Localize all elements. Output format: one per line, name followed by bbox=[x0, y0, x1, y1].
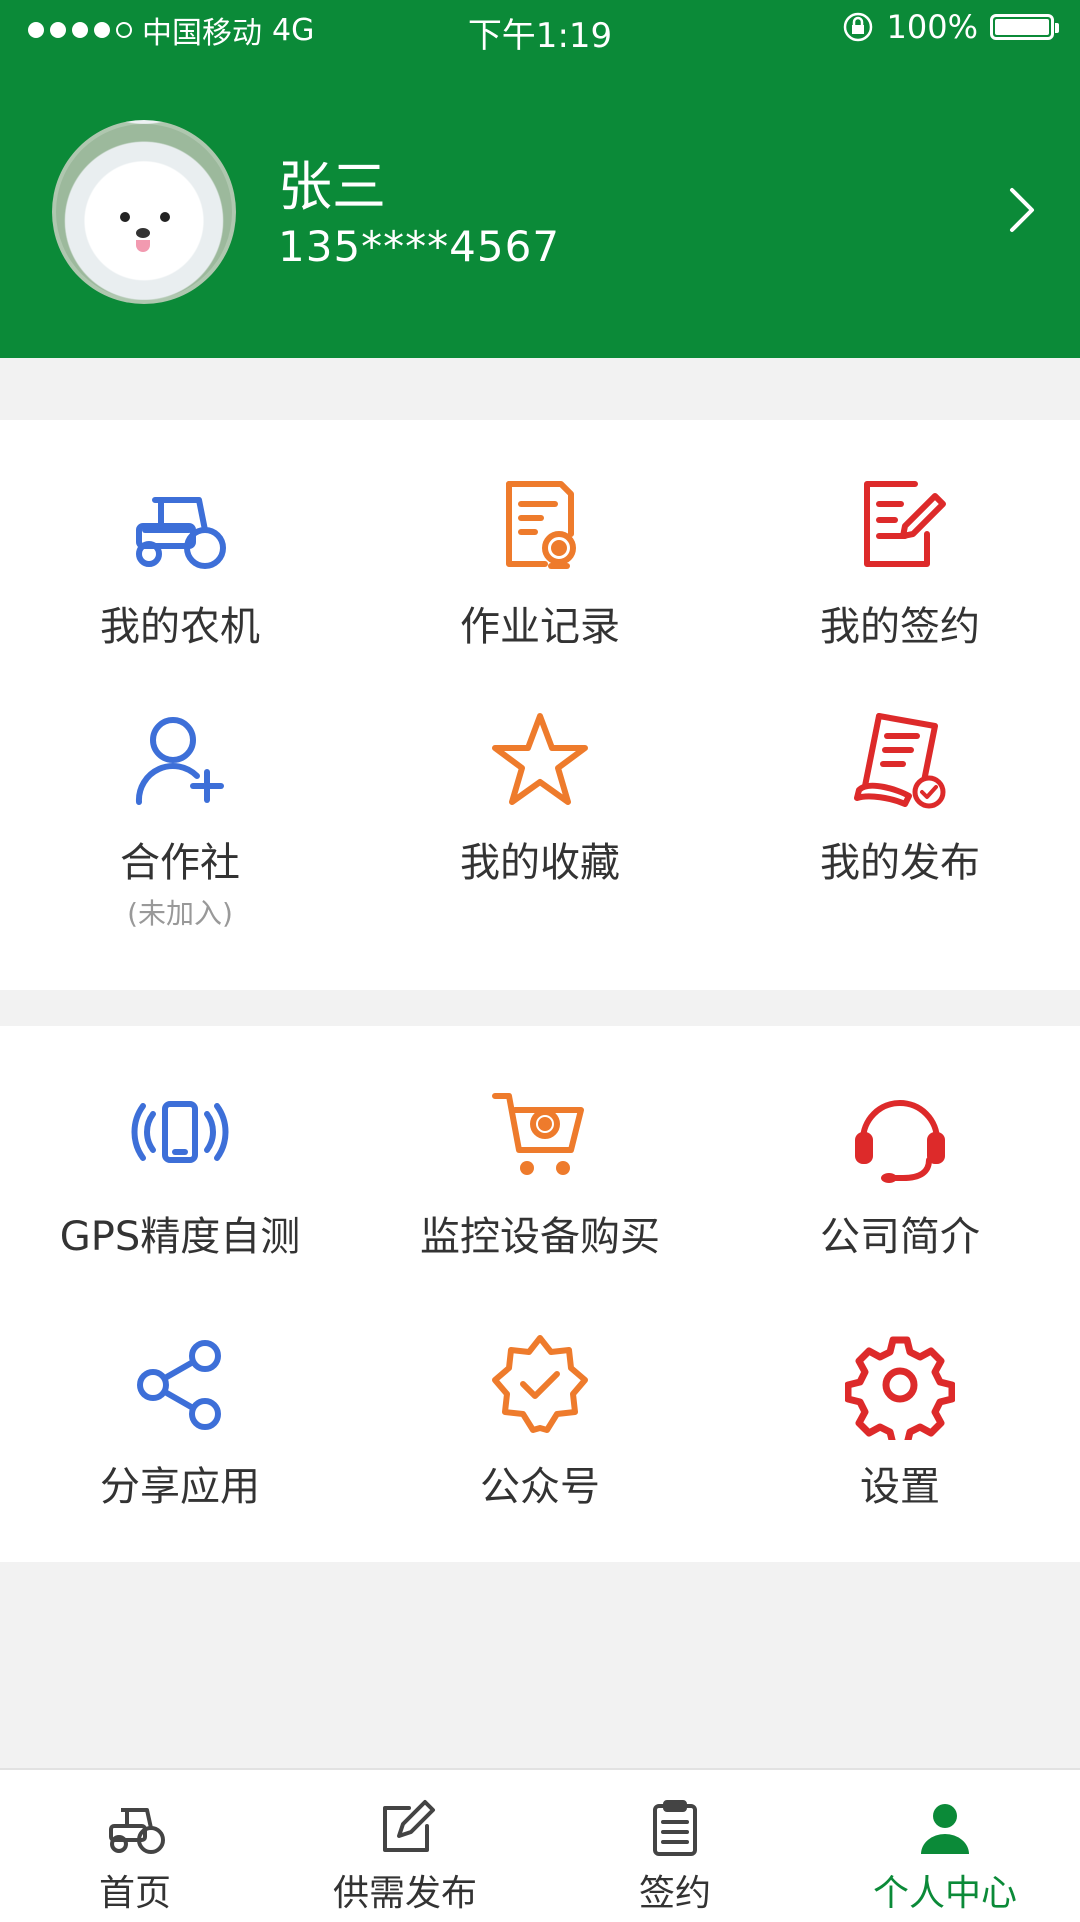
tractor-icon bbox=[136, 497, 226, 569]
tractor-tab-icon bbox=[109, 1808, 165, 1854]
menu-item-buy-monitor[interactable]: 监控设备购买 bbox=[360, 1080, 720, 1262]
status-bar: 中国移动 4G 下午1:19 100% bbox=[0, 0, 1080, 56]
tab-home[interactable]: 首页 bbox=[0, 1770, 270, 1922]
profile-header: 中国移动 4G 下午1:19 100% 张三 135****4567 bbox=[0, 0, 1080, 358]
share-icon bbox=[137, 1340, 221, 1430]
menu-item-work-records[interactable]: 作业记录 bbox=[360, 470, 720, 652]
user-name: 张三 bbox=[278, 155, 386, 218]
menu-label: GPS精度自测 bbox=[59, 1214, 301, 1260]
tab-label: 签约 bbox=[638, 1873, 711, 1914]
headset-icon bbox=[855, 1100, 945, 1183]
menu-label: 我的收藏 bbox=[460, 840, 620, 886]
menu-item-my-posts[interactable]: 我的发布 bbox=[720, 706, 1080, 888]
menu-label: 我的签约 bbox=[820, 604, 980, 650]
avatar[interactable] bbox=[52, 120, 236, 304]
phone-signal-icon bbox=[131, 1101, 229, 1163]
section-divider bbox=[0, 990, 1080, 1026]
menu-item-gps-test[interactable]: GPS精度自测 bbox=[0, 1080, 360, 1262]
tab-contract[interactable]: 签约 bbox=[540, 1770, 810, 1922]
menu-section-secondary: GPS精度自测 监控设备购买 公司简介 分享应用 公众号 设置 bbox=[0, 1026, 1080, 1562]
contract-edit-icon bbox=[864, 481, 946, 567]
menu-item-cooperative[interactable]: 合作社 (未加入) bbox=[0, 706, 360, 932]
menu-item-share-app[interactable]: 分享应用 bbox=[0, 1330, 360, 1512]
menu-label: 合作社 bbox=[120, 840, 240, 886]
menu-item-settings[interactable]: 设置 bbox=[720, 1330, 1080, 1512]
tab-label: 首页 bbox=[98, 1873, 171, 1914]
menu-item-my-machinery[interactable]: 我的农机 bbox=[0, 470, 360, 652]
bottom-tab-bar: 首页 供需发布 签约 个人中心 bbox=[0, 1768, 1080, 1922]
star-icon bbox=[492, 713, 588, 805]
menu-item-company-intro[interactable]: 公司简介 bbox=[720, 1080, 1080, 1262]
publish-document-icon bbox=[854, 713, 946, 809]
battery-percent: 100% bbox=[886, 8, 978, 46]
clipboard-tab-icon bbox=[653, 1800, 697, 1856]
work-record-icon bbox=[506, 481, 576, 569]
user-phone: 135****4567 bbox=[278, 222, 561, 271]
menu-label: 公众号 bbox=[480, 1464, 600, 1510]
menu-label: 监控设备购买 bbox=[420, 1214, 660, 1260]
menu-label: 设置 bbox=[860, 1464, 940, 1510]
menu-section-primary: 我的农机 作业记录 我的签约 合作社 (未加入) 我的收藏 我的发布 bbox=[0, 420, 1080, 1026]
menu-label: 我的农机 bbox=[100, 604, 260, 650]
edit-tab-icon bbox=[383, 1800, 435, 1852]
status-right: 100% bbox=[841, 8, 1059, 46]
gear-icon bbox=[845, 1336, 955, 1440]
menu-label: 分享应用 bbox=[100, 1464, 260, 1510]
menu-item-my-contracts[interactable]: 我的签约 bbox=[720, 470, 1080, 652]
tab-profile[interactable]: 个人中心 bbox=[810, 1770, 1080, 1922]
menu-item-official-account[interactable]: 公众号 bbox=[360, 1330, 720, 1512]
menu-item-my-favorites[interactable]: 我的收藏 bbox=[360, 706, 720, 888]
person-tab-icon bbox=[921, 1804, 969, 1854]
menu-sublabel: (未加入) bbox=[127, 897, 233, 930]
badge-check-icon bbox=[492, 1335, 588, 1433]
section-divider bbox=[0, 358, 1080, 420]
menu-label: 我的发布 bbox=[820, 840, 980, 886]
battery-icon bbox=[990, 14, 1059, 40]
add-user-icon bbox=[135, 717, 224, 805]
tab-label: 个人中心 bbox=[872, 1873, 1017, 1914]
menu-label: 公司简介 bbox=[820, 1214, 980, 1260]
shopping-cart-icon bbox=[492, 1093, 584, 1175]
tab-label: 供需发布 bbox=[332, 1873, 477, 1914]
tab-supply-demand[interactable]: 供需发布 bbox=[270, 1770, 540, 1922]
menu-label: 作业记录 bbox=[460, 604, 620, 650]
rotation-lock-icon bbox=[843, 12, 872, 42]
chevron-right-icon[interactable] bbox=[998, 180, 1046, 240]
profile-card[interactable]: 张三 135****4567 bbox=[0, 100, 1080, 320]
